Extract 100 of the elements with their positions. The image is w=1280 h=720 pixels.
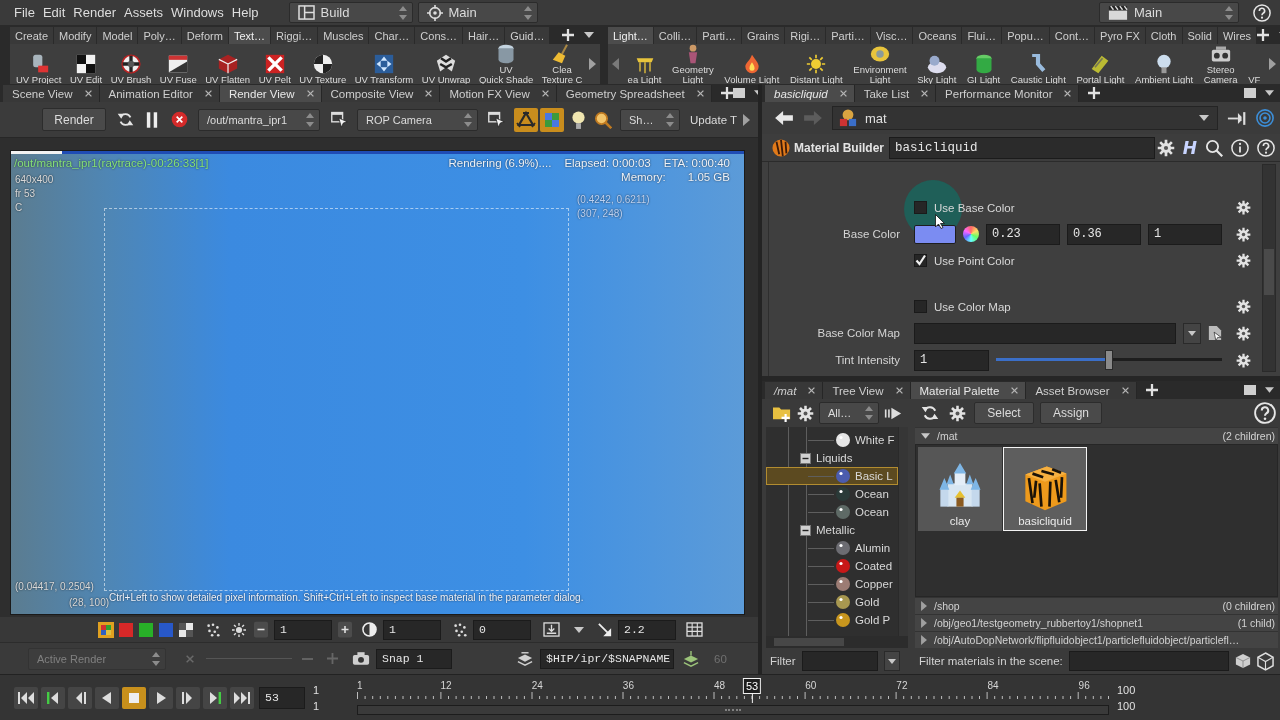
pane-tab[interactable]: Material Palette: [910, 382, 1027, 399]
minus-icon[interactable]: [254, 621, 268, 638]
shelf-tool[interactable]: Stereo Camera: [1201, 44, 1240, 84]
frame-field[interactable]: 53: [259, 686, 305, 709]
render-node-dropdown[interactable]: /out/mantra_ipr1: [198, 108, 320, 131]
menu-item[interactable]: Help: [229, 5, 261, 20]
pane-tab[interactable]: basicliquid: [765, 85, 855, 102]
color-channels-icon[interactable]: [98, 621, 114, 638]
checker-icon[interactable]: [178, 621, 194, 638]
dropdown-button[interactable]: [1183, 322, 1201, 344]
gear-icon[interactable]: [949, 404, 966, 422]
checkbox[interactable]: [914, 254, 927, 267]
tree-item[interactable]: Liquids: [766, 449, 898, 467]
number-field[interactable]: 1: [274, 619, 332, 640]
filter-field[interactable]: [1068, 651, 1229, 671]
layers-arrow-icon[interactable]: [682, 650, 700, 667]
plus-icon[interactable]: [338, 621, 352, 638]
timeline-ruler[interactable]: 1 12 24 36 48 53 60 72 84 96: [357, 676, 1109, 719]
shelf-tab[interactable]: Parti…: [826, 27, 870, 44]
menu-item[interactable]: Edit: [40, 5, 68, 20]
close-icon[interactable]: [1011, 387, 1019, 394]
file-chooser-icon[interactable]: [1208, 325, 1222, 341]
expand-icon[interactable]: [921, 601, 927, 611]
context-dropdown[interactable]: Main: [1099, 2, 1239, 23]
close-icon[interactable]: [921, 90, 929, 97]
file-path-field[interactable]: [914, 322, 1176, 344]
search-icon[interactable]: [1205, 138, 1223, 157]
type-properties-button[interactable]: H: [1182, 138, 1197, 157]
pane-tab[interactable]: Tree View: [823, 382, 911, 399]
library-dropdown[interactable]: All…: [819, 402, 879, 424]
pin-icon[interactable]: [1227, 110, 1247, 126]
shelf-tab[interactable]: Char…: [369, 27, 415, 44]
gear-icon[interactable]: [1236, 253, 1251, 268]
shelf-tab[interactable]: Text…: [228, 27, 271, 44]
close-icon[interactable]: [84, 90, 92, 97]
play-arrow-icon[interactable]: [743, 113, 751, 126]
desktop-dropdown[interactable]: Build: [288, 2, 413, 23]
pane-tab[interactable]: Performance Monitor: [936, 85, 1080, 102]
window-cursor-icon[interactable]: [488, 111, 505, 128]
shelf-tab[interactable]: Cont…: [1049, 27, 1095, 44]
skip-to-end-icon[interactable]: [230, 686, 254, 709]
material-tile[interactable]: basicliquid: [1003, 447, 1087, 531]
color-wheel-icon[interactable]: [963, 226, 979, 242]
shelf-tab[interactable]: Create: [10, 27, 54, 44]
shelf-tab[interactable]: Colli…: [653, 27, 697, 44]
shelf-tool[interactable]: UV Project: [14, 44, 64, 84]
previous-key-icon[interactable]: [41, 686, 65, 709]
menu-item[interactable]: Render: [71, 5, 118, 20]
scroll-right-icon[interactable]: [1268, 58, 1276, 70]
window-cursor-icon[interactable]: [331, 111, 348, 128]
play-icon[interactable]: [149, 686, 173, 709]
collapse-icon[interactable]: [800, 524, 811, 536]
snapshot-path-field[interactable]: $HIP/ipr/$SNAPNAME: [540, 648, 674, 669]
close-icon[interactable]: [839, 90, 847, 97]
shelf-tool[interactable]: UV Edit: [67, 44, 105, 84]
stop-icon[interactable]: [122, 686, 146, 709]
checkbox[interactable]: [914, 300, 927, 313]
shelf-tool[interactable]: Geometry Light: [670, 44, 716, 84]
close-icon[interactable]: [696, 90, 704, 97]
shelf-tool[interactable]: UV Transform: [352, 44, 416, 84]
number-field[interactable]: 0: [473, 619, 531, 640]
shelf-tool[interactable]: Environment Light: [851, 44, 909, 84]
bulb-icon[interactable]: [572, 110, 585, 129]
shelf-tab[interactable]: Flui…: [962, 27, 1002, 44]
shelf-tab[interactable]: Modify: [54, 27, 97, 44]
shelf-tab[interactable]: Rigi…: [785, 27, 826, 44]
filter-field[interactable]: [801, 651, 878, 671]
channel-swatch-icon[interactable]: [158, 621, 174, 638]
dots-icon[interactable]: [206, 622, 220, 637]
scrollbar[interactable]: [1262, 164, 1276, 372]
shelf-tool[interactable]: UV Texture: [297, 44, 349, 84]
shelf-tool[interactable]: GI Light: [964, 44, 1003, 84]
gear-icon[interactable]: [1236, 299, 1251, 314]
number-field[interactable]: 1: [383, 619, 441, 640]
shelf-tool[interactable]: Distant Light: [787, 44, 845, 84]
assign-button[interactable]: Assign: [1040, 402, 1102, 424]
channel-swatch-icon[interactable]: [118, 621, 134, 638]
next-key-icon[interactable]: [203, 686, 227, 709]
number-field[interactable]: 0.36: [1067, 223, 1141, 245]
range-end-field[interactable]: 100: [1117, 699, 1157, 712]
shelf-tool[interactable]: Clea Texture C: [539, 44, 585, 84]
display-dropdown[interactable]: Sh…: [620, 108, 680, 131]
range-end-field[interactable]: 100: [1117, 683, 1157, 696]
shelf-tool[interactable]: UV Brush: [108, 44, 154, 84]
number-field[interactable]: 1: [914, 349, 989, 371]
render-button[interactable]: Render: [42, 108, 106, 131]
path-dropdown[interactable]: mat: [832, 106, 1218, 130]
gear-icon[interactable]: [1236, 325, 1251, 341]
gear-icon[interactable]: [1236, 352, 1251, 368]
help-icon[interactable]: [1253, 3, 1271, 22]
close-icon[interactable]: [808, 387, 816, 394]
box-arrow-icon[interactable]: [543, 622, 560, 637]
close-icon[interactable]: [541, 90, 549, 97]
close-icon[interactable]: [1064, 90, 1072, 97]
shelf-tool[interactable]: Portal Light: [1074, 44, 1127, 84]
snapshot-field[interactable]: Snap 1: [376, 648, 452, 669]
stop-icon[interactable]: [171, 111, 188, 128]
dropdown-icon[interactable]: [1265, 387, 1274, 393]
range-start-field[interactable]: 1: [313, 699, 353, 712]
shelf-tab[interactable]: Deform: [181, 27, 228, 44]
